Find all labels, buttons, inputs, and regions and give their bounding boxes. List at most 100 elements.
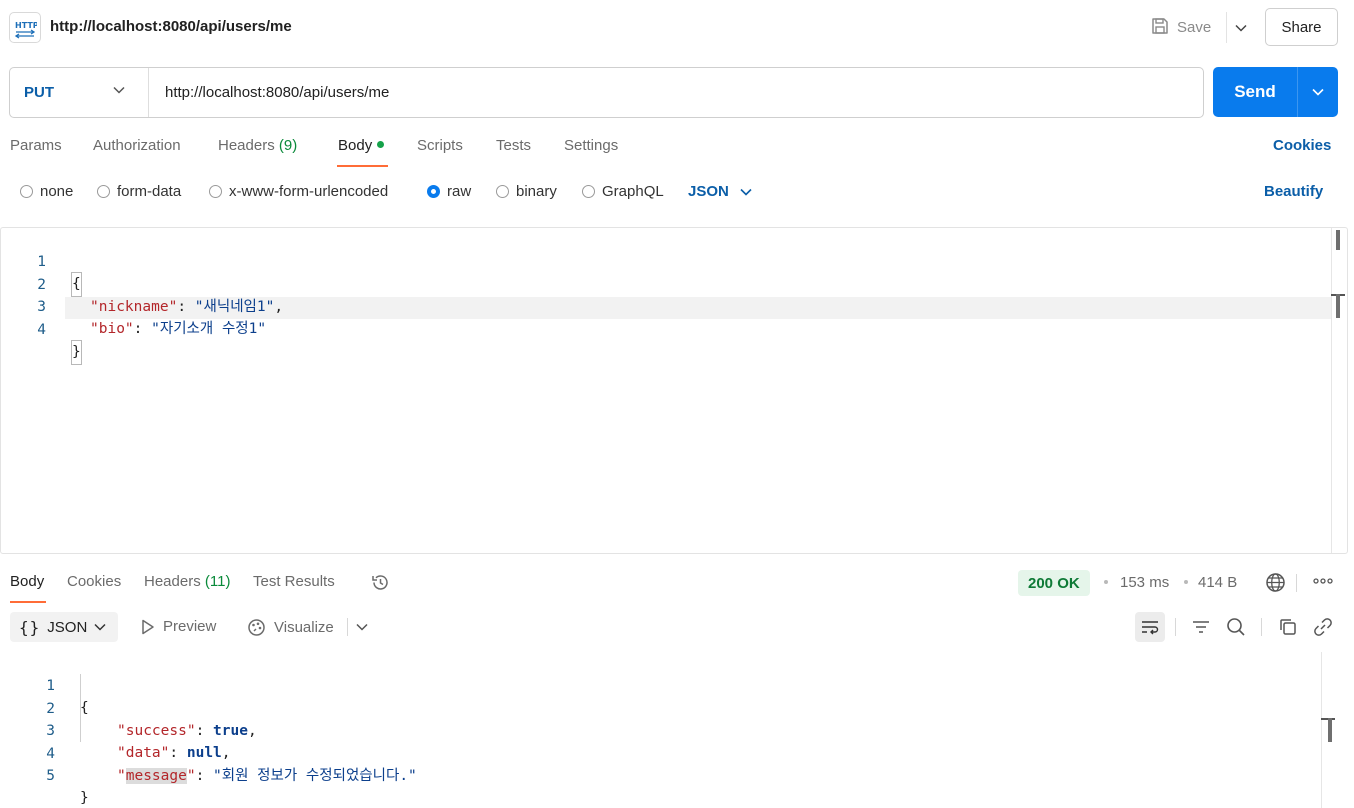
preview-button[interactable]: Preview (141, 618, 216, 635)
copy-button[interactable] (1273, 612, 1303, 642)
tab-settings[interactable]: Settings (564, 137, 618, 154)
resp-tab-headers[interactable]: Headers (11) (144, 573, 230, 590)
json-key: "data" (117, 745, 170, 761)
code-line: 3 "bio": "자기소개 수정1" (1, 273, 266, 338)
save-icon (1150, 16, 1170, 40)
cursor-marker-bar (1336, 294, 1340, 318)
json-key: "nickname" (90, 299, 178, 315)
json-key-quote: " (186, 768, 196, 784)
chevron-down-icon (113, 86, 125, 94)
resp-tab-test-results[interactable]: Test Results (253, 573, 335, 590)
radio-none-label: none (40, 183, 74, 200)
brace-open: { (80, 700, 89, 716)
code-text: "data": null, (117, 742, 231, 765)
comma: , (221, 745, 231, 761)
json-null: null (186, 745, 222, 761)
cookies-link[interactable]: Cookies (1273, 137, 1331, 154)
more-options-icon[interactable] (1312, 570, 1334, 596)
divider (1261, 618, 1262, 636)
beautify-button[interactable]: Beautify (1264, 183, 1323, 200)
request-title[interactable]: http://localhost:8080/api/users/me (50, 18, 292, 35)
tab-params[interactable]: Params (10, 137, 62, 154)
filter-button[interactable] (1186, 612, 1216, 642)
copy-icon (1280, 619, 1296, 635)
radio-binary[interactable]: binary (496, 183, 557, 200)
visualize-button[interactable]: Visualize (247, 618, 334, 637)
colon: : (177, 299, 195, 315)
link-icon (1314, 618, 1332, 636)
tab-tests[interactable]: Tests (496, 137, 531, 154)
cursor-marker-bar (1328, 718, 1332, 742)
preview-label: Preview (163, 618, 217, 635)
share-button[interactable]: Share (1265, 8, 1338, 46)
request-body-editor[interactable]: 1 { 2 "nickname": "새닉네임1", 3 "bio": "자기소… (0, 227, 1348, 554)
url-input[interactable] (155, 68, 1185, 117)
visualize-label: Visualize (274, 619, 334, 636)
editor-scrollbar-thumb[interactable] (1336, 230, 1340, 250)
radio-circle (209, 185, 222, 198)
radio-form-data-label: form-data (117, 183, 182, 200)
chevron-down-icon (1234, 24, 1247, 32)
globe-icon[interactable] (1265, 572, 1286, 597)
response-size[interactable]: 414 B (1198, 574, 1237, 591)
resp-tab-body[interactable]: Body (10, 573, 44, 590)
wrap-lines-button[interactable] (1135, 612, 1165, 642)
save-button[interactable]: Save (1150, 12, 1211, 43)
send-options-button[interactable] (1297, 67, 1338, 117)
tab-scripts[interactable]: Scripts (417, 137, 463, 154)
response-tabs: Body Cookies Headers (11) Test Results 2… (0, 566, 1354, 603)
colon: : (133, 321, 152, 337)
method-select[interactable]: PUT (10, 68, 149, 117)
radio-none[interactable]: none (20, 183, 73, 200)
visualize-options-button[interactable] (356, 623, 368, 631)
language-select[interactable]: JSON (688, 183, 752, 200)
language-label: JSON (688, 183, 729, 200)
resp-tab-cookies[interactable]: Cookies (67, 573, 121, 590)
radio-graphql[interactable]: GraphQL (582, 183, 664, 200)
send-button[interactable]: Send (1213, 67, 1297, 117)
response-format-select[interactable]: {} JSON (10, 612, 118, 642)
radio-urlencoded[interactable]: x-www-form-urlencoded (209, 183, 388, 200)
tab-body[interactable]: Body (338, 137, 385, 154)
link-button[interactable] (1308, 612, 1338, 642)
colon: : (195, 768, 214, 784)
radio-circle (582, 185, 595, 198)
tab-authorization[interactable]: Authorization (93, 137, 181, 154)
viewer-scrollbar-track (1321, 652, 1322, 808)
json-string: "새닉네임1" (194, 299, 275, 315)
radio-raw-label: raw (447, 183, 472, 200)
play-icon (142, 619, 154, 634)
tab-headers[interactable]: Headers (9) (218, 137, 297, 154)
divider (1175, 618, 1176, 636)
history-icon[interactable] (370, 572, 391, 597)
svg-text:HTTP: HTTP (15, 21, 37, 30)
code-line: 4 } (1, 296, 82, 365)
response-body-viewer[interactable]: 1 { 2 "success": true, 3 "data": null, 4… (0, 652, 1354, 808)
separator-dot (1104, 580, 1108, 584)
radio-raw[interactable]: raw (427, 183, 471, 200)
search-button[interactable] (1221, 612, 1251, 642)
http-icon: HTTP (9, 12, 41, 43)
body-modified-dot (377, 141, 385, 148)
active-resp-tab-indicator (10, 601, 46, 603)
code-line: 4 "message": "회원 정보가 수정되었습니다." (0, 720, 417, 784)
json-key: "bio" (90, 321, 134, 337)
json-key-highlighted: message (125, 768, 187, 784)
response-time[interactable]: 153 ms (1120, 574, 1169, 591)
save-label: Save (1177, 19, 1212, 36)
status-badge[interactable]: 200 OK (1018, 570, 1090, 596)
chevron-down-icon (356, 623, 368, 631)
save-options-button[interactable] (1226, 12, 1254, 43)
json-key-quote: " (117, 768, 126, 784)
send-button-group: Send (1213, 67, 1338, 117)
tab-body-label: Body (338, 137, 373, 154)
radio-urlencoded-label: x-www-form-urlencoded (229, 183, 389, 200)
code-line: 2 "success": true, (0, 675, 256, 740)
search-icon (1227, 618, 1245, 636)
chevron-down-icon (94, 623, 106, 631)
url-bar: PUT (9, 67, 1204, 118)
code-line: 1 { (1, 228, 82, 297)
line-number: 5 (46, 767, 55, 784)
radio-form-data[interactable]: form-data (97, 183, 181, 200)
resp-tab-headers-label: Headers (144, 573, 201, 590)
